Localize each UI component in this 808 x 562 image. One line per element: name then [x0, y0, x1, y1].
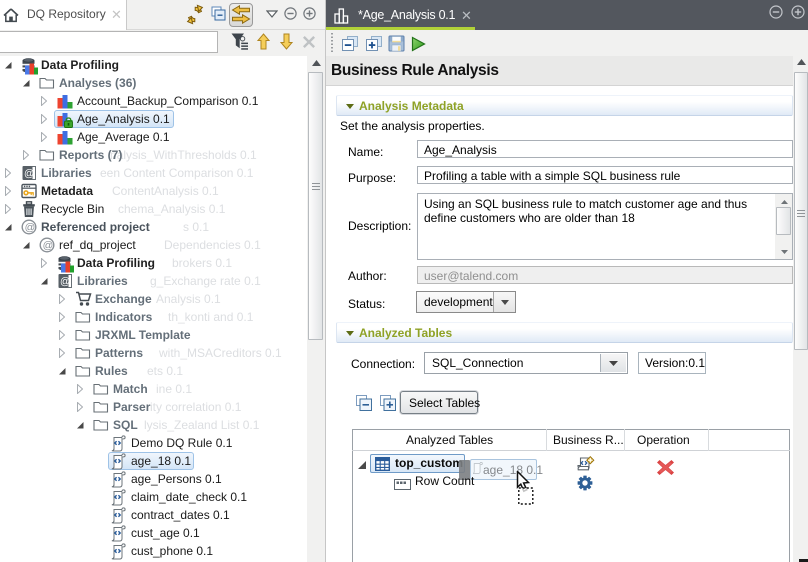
svg-text:@: @ [25, 222, 36, 234]
svg-text:@: @ [60, 277, 70, 288]
svg-text:@: @ [24, 169, 34, 180]
svg-text:@: @ [43, 240, 54, 252]
